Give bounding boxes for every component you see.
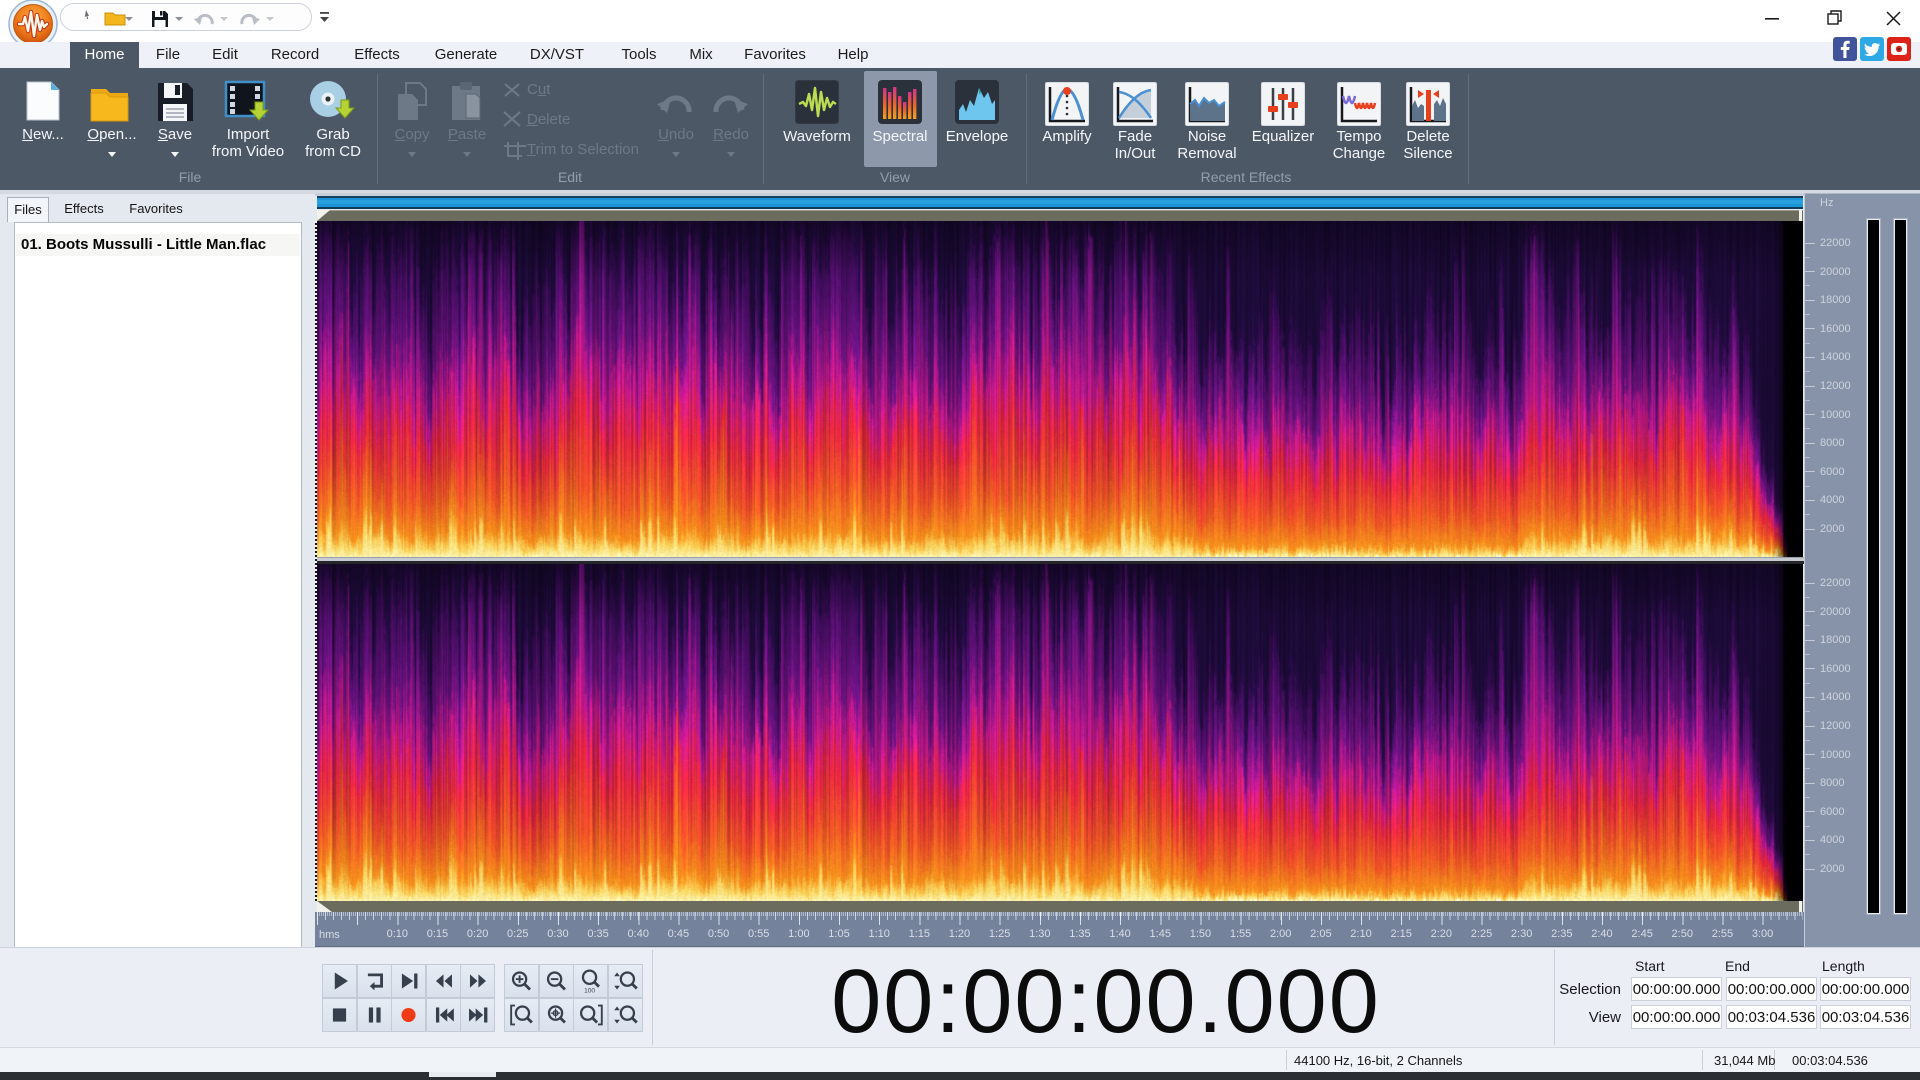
svg-text:100: 100: [584, 987, 595, 994]
